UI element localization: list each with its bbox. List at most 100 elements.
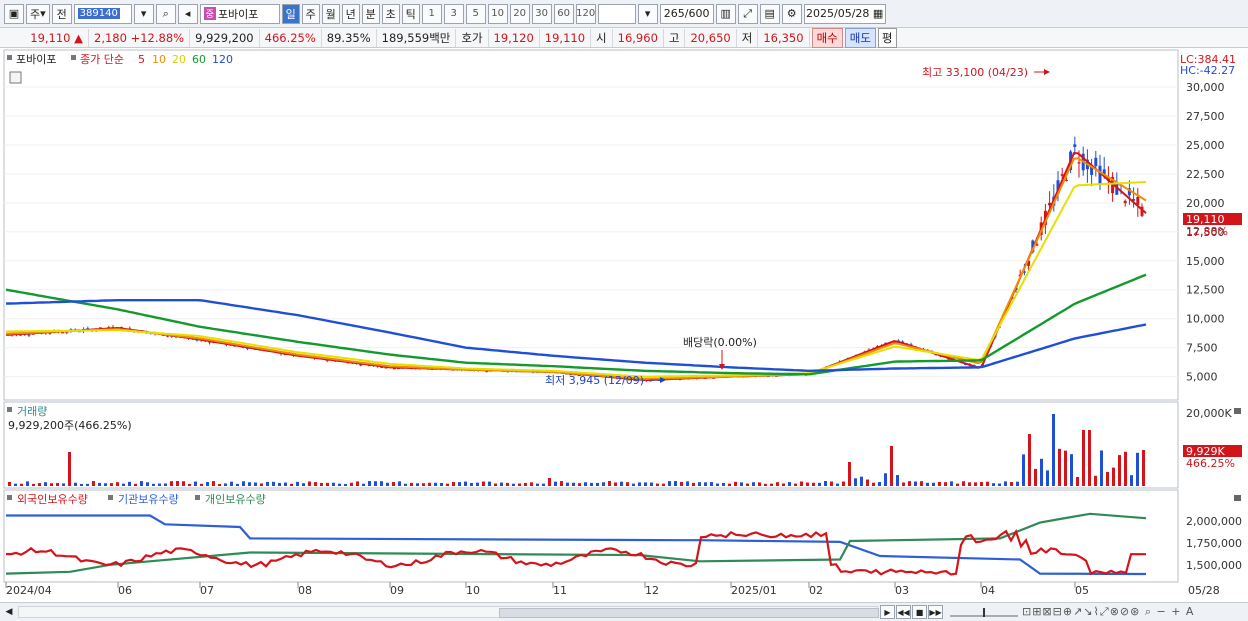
volume-bar xyxy=(314,482,317,486)
volume-bar xyxy=(1016,481,1019,486)
volume-bar xyxy=(1034,468,1037,486)
volume-bar xyxy=(1004,481,1007,486)
stop-icon[interactable]: ■ xyxy=(912,605,927,619)
volume-bar xyxy=(290,483,293,486)
candle-type-icon[interactable]: ▥ xyxy=(715,3,736,24)
volume-bar xyxy=(548,478,551,486)
legend-foreign-holding: 외국인보유수량 xyxy=(17,493,88,506)
interval-5-button[interactable]: 5 xyxy=(465,3,486,24)
volume-bar xyxy=(86,483,89,486)
market-select[interactable]: 주 ▾ xyxy=(26,3,50,24)
scroll-thumb[interactable] xyxy=(499,608,879,618)
candle-body xyxy=(1098,165,1102,185)
x-axis-label: 2025/01 xyxy=(731,584,777,597)
volume-bar xyxy=(38,483,41,486)
data-count-field[interactable]: 265/600 xyxy=(659,3,714,24)
price-y-tick: 27,500 xyxy=(1186,110,1225,123)
period-second-button[interactable]: 초 xyxy=(381,3,400,24)
x-axis-label: 12 xyxy=(645,584,659,597)
prefix-button[interactable]: 전 xyxy=(51,3,72,24)
x-axis-label: 06 xyxy=(118,584,132,597)
period-tick-button[interactable]: 틱 xyxy=(401,3,420,24)
trade-amount: 189,559백만 xyxy=(377,28,457,47)
table-toggle-icon[interactable] xyxy=(9,71,22,84)
dividend-annotation: 배당락(0.00%) xyxy=(683,336,757,349)
volume-bar xyxy=(632,483,635,486)
volume-bar xyxy=(818,482,821,486)
price-y-tick: 12,500 xyxy=(1186,284,1225,297)
price-y-tick: 22,500 xyxy=(1186,168,1225,181)
interval-dropdown-icon[interactable]: ▾ xyxy=(637,3,658,24)
fast-forward-icon[interactable]: ▶▶ xyxy=(928,605,943,619)
stock-chart[interactable]: 30,00027,50025,00022,50020,00017,50015,0… xyxy=(0,48,1248,602)
interval-10-button[interactable]: 10 xyxy=(487,3,508,24)
volume-bar xyxy=(410,482,413,486)
volume-bar xyxy=(674,481,677,486)
window-icon[interactable]: ▣ xyxy=(4,3,24,24)
rewind-icon[interactable]: ◀◀ xyxy=(896,605,911,619)
volume-panel-close-icon[interactable] xyxy=(1234,408,1241,414)
stock-name-field[interactable]: 중 포바이포 xyxy=(199,3,280,24)
volume-bar xyxy=(1022,454,1025,486)
interval-60-button[interactable]: 60 xyxy=(553,3,574,24)
scroll-right-icon[interactable]: ▶ xyxy=(880,605,895,619)
market-badge: 중 xyxy=(203,7,216,20)
period-week-button[interactable]: 주 xyxy=(301,3,320,24)
save-icon[interactable]: ▤ xyxy=(759,3,780,24)
zoom-slider[interactable] xyxy=(950,606,1018,618)
volume-bar xyxy=(764,483,767,486)
period-minute-button[interactable]: 분 xyxy=(361,3,380,24)
interval-1-button[interactable]: 1 xyxy=(421,3,442,24)
x-axis-label: 05/28 xyxy=(1188,584,1220,597)
holding-panel-close-icon[interactable] xyxy=(1234,495,1241,501)
hc-readout: HC:-42.27 xyxy=(1180,64,1235,77)
x-axis-label: 08 xyxy=(298,584,312,597)
volume-bar xyxy=(932,482,935,486)
volume-current-pct: 466.25% xyxy=(1186,457,1235,470)
price-y-tick: 7,500 xyxy=(1186,342,1218,355)
date-field[interactable]: 2025/05/28 ▦ xyxy=(803,3,886,24)
sound-icon[interactable]: ◂ xyxy=(177,3,198,24)
code-dropdown-icon[interactable]: ▾ xyxy=(133,3,154,24)
search-icon[interactable]: ⌕ xyxy=(155,3,176,24)
indicator-icon[interactable]: ⤢ xyxy=(737,3,758,24)
horizontal-scrollbar[interactable] xyxy=(18,606,879,618)
volume-bar xyxy=(530,482,533,486)
volume-bar xyxy=(758,482,761,486)
price-y-tick: 15,000 xyxy=(1186,255,1225,268)
buy-button[interactable]: 매수 xyxy=(811,27,843,48)
open-price: 16,960 xyxy=(613,28,664,47)
average-button[interactable]: 평 xyxy=(877,27,897,48)
volume-bar xyxy=(734,481,737,486)
volume-bar xyxy=(362,483,365,486)
chart-toolbar: ▣ 주 ▾ 전 389140 ▾ ⌕ ◂ 중 포바이포 일 주 월 년 분 초 틱 … xyxy=(0,0,1248,28)
volume-bar xyxy=(452,482,455,486)
volume-bar xyxy=(458,482,461,486)
x-axis-label: 05 xyxy=(1075,584,1089,597)
data-count: 265 xyxy=(663,7,685,20)
sell-button[interactable]: 매도 xyxy=(844,27,876,48)
legend-individual-holding: 개인보유수량 xyxy=(205,493,266,506)
period-month-button[interactable]: 월 xyxy=(321,3,340,24)
gear-icon[interactable]: ⚙ xyxy=(781,3,802,24)
interval-30-button[interactable]: 30 xyxy=(531,3,552,24)
stock-code-input[interactable]: 389140 xyxy=(73,3,132,24)
scroll-left-icon[interactable]: ◀ xyxy=(2,605,16,619)
volume-bar xyxy=(1136,452,1139,486)
volume-bar xyxy=(806,482,809,486)
volume-bar xyxy=(446,483,449,486)
custom-interval-input[interactable] xyxy=(597,3,636,24)
interval-3-button[interactable]: 3 xyxy=(443,3,464,24)
period-day-button[interactable]: 일 xyxy=(281,3,300,24)
volume-bar xyxy=(962,481,965,486)
volume-bar xyxy=(44,482,47,486)
drawing-tools[interactable]: ⊡⊞⊠⊟⊕↗↘⌇⤢⊗⊘⊛ ⌕ − + A xyxy=(1022,605,1194,619)
volume-bar xyxy=(320,482,323,486)
interval-20-button[interactable]: 20 xyxy=(509,3,530,24)
period-year-button[interactable]: 년 xyxy=(341,3,360,24)
chart-bottom-bar: ◀ ▶ ◀◀ ■ ▶▶ ⊡⊞⊠⊟⊕↗↘⌇⤢⊗⊘⊛ ⌕ − + A xyxy=(0,602,1248,621)
volume-bar xyxy=(302,483,305,486)
interval-120-button[interactable]: 120 xyxy=(575,3,596,24)
volume-bar xyxy=(770,483,773,486)
volume-bar xyxy=(926,482,929,486)
